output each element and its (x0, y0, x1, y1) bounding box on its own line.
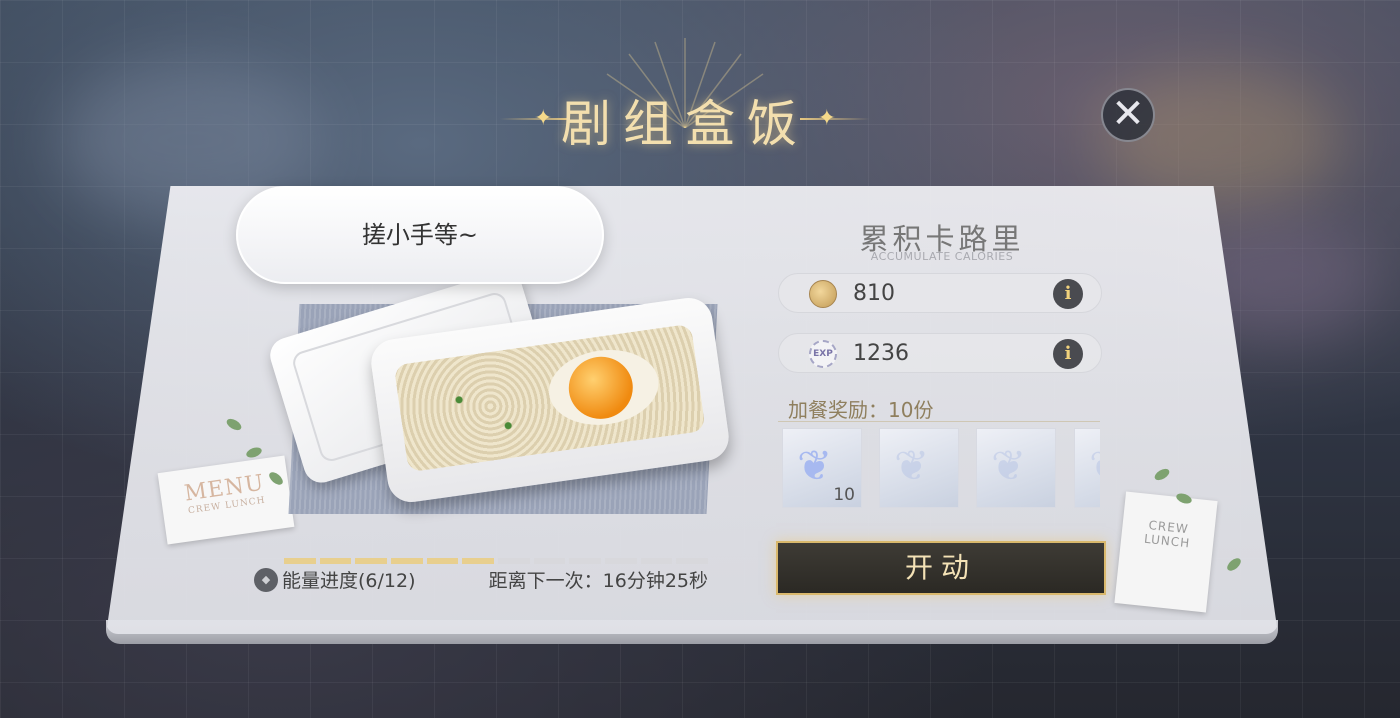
bonus-divider (778, 421, 1100, 422)
exp-info-button[interactable]: i (1053, 339, 1083, 369)
gold-stat-row: 810 i (778, 273, 1102, 313)
energy-segment-empty (640, 558, 673, 564)
exp-value: 1236 (853, 341, 909, 366)
energy-segment-empty (676, 558, 709, 564)
start-button-label: 开动 (904, 551, 977, 584)
bonus-reward-label: 加餐奖励：10份 (788, 398, 934, 422)
reward-list[interactable]: ❦ 10 ❦ ❦ ❦ (782, 428, 1100, 510)
reward-slot[interactable]: ❦ (879, 428, 959, 508)
reward-slot[interactable]: ❦ (1074, 428, 1100, 508)
energy-segment-empty (533, 558, 566, 564)
energy-progress-bar (284, 558, 709, 564)
energy-segment-filled (319, 558, 352, 564)
gold-value: 810 (853, 281, 895, 306)
exp-stat-row: EXP 1236 i (778, 333, 1102, 373)
energy-segment-empty (605, 558, 637, 564)
reward-count: 10 (833, 485, 855, 505)
reward-slot[interactable]: ❦ (976, 428, 1056, 508)
energy-segment-filled (355, 558, 388, 564)
energy-progress-label: 能量进度(6/12) (282, 570, 416, 592)
butterfly-icon: ❦ (1089, 441, 1100, 490)
energy-segment-filled (284, 558, 316, 564)
reward-slot[interactable]: ❦ 10 (782, 428, 862, 508)
gold-info-button[interactable]: i (1053, 279, 1083, 309)
crew-lunch-card-decoration: CREW LUNCH (1114, 491, 1218, 613)
gold-coin-icon (809, 280, 837, 308)
butterfly-icon: ❦ (797, 441, 833, 490)
energy-icon: ◆ (254, 568, 278, 592)
butterfly-icon: ❦ (991, 441, 1027, 490)
energy-segment-filled (426, 558, 459, 564)
speech-bubble: 搓小手等~ (236, 186, 604, 284)
calories-subtitle: ACCUMULATE CALORIES (870, 250, 1014, 263)
energy-segment-filled (462, 558, 495, 564)
energy-segment-empty (569, 558, 602, 564)
fried-rice (393, 323, 706, 473)
energy-segment-filled (391, 558, 423, 564)
energy-segment-empty (498, 558, 530, 564)
title-banner: ✦ ✦ 剧组盒饭 (500, 38, 870, 158)
butterfly-icon: ❦ (894, 441, 930, 490)
page-title: 剧组盒饭 (561, 95, 809, 153)
close-icon: ✕ (1111, 91, 1145, 137)
next-energy-timer: 距离下一次：16分钟25秒 (488, 570, 708, 592)
close-button[interactable]: ✕ (1101, 88, 1155, 142)
speech-bubble-text: 搓小手等~ (361, 221, 479, 249)
start-eating-button[interactable]: 开动 (776, 541, 1106, 595)
exp-badge-icon: EXP (809, 340, 837, 368)
